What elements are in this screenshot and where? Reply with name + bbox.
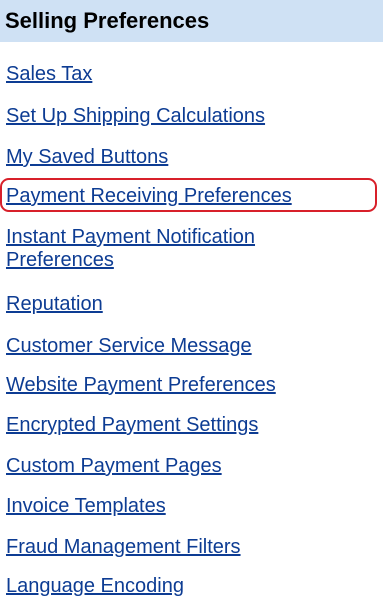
link-fraud-management-filters[interactable]: Fraud Management Filters	[6, 535, 241, 559]
link-encrypted-payment-settings[interactable]: Encrypted Payment Settings	[6, 413, 258, 437]
link-custom-payment-pages[interactable]: Custom Payment Pages	[6, 454, 222, 478]
link-customer-service-message[interactable]: Customer Service Message	[6, 334, 252, 358]
link-instant-payment-notification-preferences[interactable]: Instant Payment Notification Preferences	[6, 226, 346, 272]
link-sales-tax[interactable]: Sales Tax	[6, 62, 92, 86]
panel-header: Selling Preferences	[0, 0, 383, 42]
link-reputation[interactable]: Reputation	[6, 292, 103, 316]
panel-title: Selling Preferences	[5, 8, 210, 33]
link-set-up-shipping-calculations[interactable]: Set Up Shipping Calculations	[6, 104, 265, 128]
selling-preferences-panel: Selling Preferences Sales Tax Set Up Shi…	[0, 0, 383, 597]
link-invoice-templates[interactable]: Invoice Templates	[6, 494, 166, 518]
link-my-saved-buttons[interactable]: My Saved Buttons	[6, 145, 168, 169]
link-language-encoding[interactable]: Language Encoding	[6, 574, 184, 598]
link-website-payment-preferences[interactable]: Website Payment Preferences	[6, 373, 276, 397]
link-payment-receiving-preferences[interactable]: Payment Receiving Preferences	[6, 184, 292, 208]
